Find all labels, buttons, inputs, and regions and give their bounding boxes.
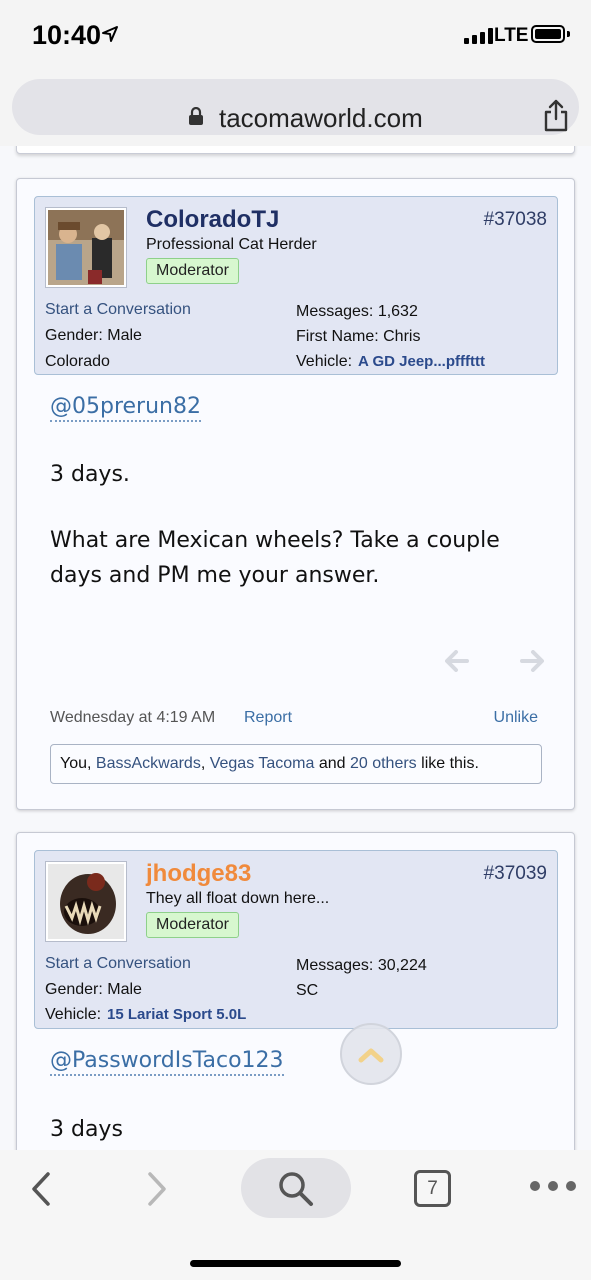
likes-you: You, — [60, 755, 96, 772]
user-vehicle: Vehicle: A GD Jeep...pfffttt — [296, 353, 485, 371]
vehicle-label: Vehicle: — [45, 1006, 102, 1023]
user-messages: Messages: 1,632 — [296, 303, 418, 320]
network-type: LTE — [494, 25, 529, 46]
vehicle-value[interactable]: A GD Jeep...pfffttt — [358, 353, 485, 370]
user-vehicle: Vehicle: 15 Lariat Sport 5.0L — [45, 1006, 246, 1024]
back-icon[interactable] — [28, 1170, 54, 1208]
vehicle-label: Vehicle: — [296, 353, 353, 370]
post-body-line: 3 days. — [50, 462, 130, 487]
url-text[interactable]: tacomaworld.com — [219, 103, 423, 134]
avatar[interactable] — [45, 207, 127, 288]
mention-link[interactable]: @PasswordIsTaco123 — [50, 1048, 284, 1076]
chevron-up-icon — [358, 1048, 384, 1063]
vehicle-value[interactable]: 15 Lariat Sport 5.0L — [107, 1006, 246, 1023]
forum-post: ColoradoTJ Professional Cat Herder Moder… — [16, 178, 575, 810]
search-button[interactable] — [241, 1158, 351, 1218]
forward-icon[interactable] — [144, 1170, 170, 1208]
unlike-link[interactable]: Unlike — [494, 709, 538, 727]
status-bar: 10:40 LTE — [0, 0, 591, 68]
start-conversation-link[interactable]: Start a Conversation — [45, 955, 191, 973]
others-link[interactable]: 20 others — [350, 755, 417, 772]
previous-arrow-icon[interactable] — [445, 650, 469, 672]
address-bar[interactable]: tacomaworld.com — [12, 79, 579, 135]
avatar-image — [48, 210, 124, 285]
user-gender: Gender: Male — [45, 327, 142, 344]
next-arrow-icon[interactable] — [520, 650, 544, 672]
avatar-image — [48, 864, 124, 939]
start-conversation-link[interactable]: Start a Conversation — [45, 301, 191, 319]
user-title: They all float down here... — [146, 890, 330, 907]
status-time: 10:40 — [32, 20, 102, 50]
previous-post-card — [16, 146, 575, 154]
user-gender: Gender: Male — [45, 981, 142, 998]
post-body-line: 3 days — [50, 1117, 123, 1142]
search-icon — [279, 1172, 313, 1206]
home-indicator[interactable] — [190, 1260, 401, 1267]
post-number-link[interactable]: #37039 — [484, 863, 547, 885]
moderator-badge: Moderator — [146, 258, 239, 284]
browser-address-area: tacomaworld.com — [0, 68, 591, 146]
report-link[interactable]: Report — [244, 709, 292, 727]
user-location: SC — [296, 982, 319, 999]
moderator-badge: Moderator — [146, 912, 239, 938]
likes-summary: You, BassAckwards, Vegas Tacoma and 20 o… — [50, 744, 542, 784]
mention-link[interactable]: @05prerun82 — [50, 394, 201, 422]
username-link[interactable]: ColoradoTJ — [146, 206, 279, 234]
liker-link[interactable]: BassAckwards — [96, 755, 201, 772]
post-body-line: What are Mexican wheels? Take a couple d… — [50, 528, 500, 588]
post-number-link[interactable]: #37038 — [484, 209, 547, 231]
user-info-block: ColoradoTJ Professional Cat Herder Moder… — [34, 196, 558, 375]
username-link[interactable]: jhodge83 — [146, 860, 251, 888]
scroll-to-top-button[interactable] — [340, 1023, 402, 1085]
battery-icon — [531, 25, 565, 43]
user-first-name: First Name: Chris — [296, 328, 421, 345]
avatar[interactable] — [45, 861, 127, 942]
share-icon[interactable] — [542, 98, 570, 132]
tabs-button[interactable]: 7 — [414, 1170, 451, 1207]
forum-post: jhodge83 They all float down here... Mod… — [16, 832, 575, 1150]
user-info-block: jhodge83 They all float down here... Mod… — [34, 850, 558, 1029]
location-arrow-icon — [102, 26, 118, 42]
lock-icon — [189, 107, 203, 125]
page-content[interactable]: ColoradoTJ Professional Cat Herder Moder… — [0, 146, 591, 1150]
browser-toolbar: 7 — [0, 1150, 591, 1280]
user-title: Professional Cat Herder — [146, 236, 317, 253]
post-date[interactable]: Wednesday at 4:19 AM — [50, 709, 215, 727]
more-menu-icon[interactable] — [530, 1181, 576, 1191]
user-messages: Messages: 30,224 — [296, 957, 427, 974]
user-location: Colorado — [45, 353, 110, 370]
liker-link[interactable]: Vegas Tacoma — [210, 755, 315, 772]
cell-signal-icon — [464, 28, 493, 44]
